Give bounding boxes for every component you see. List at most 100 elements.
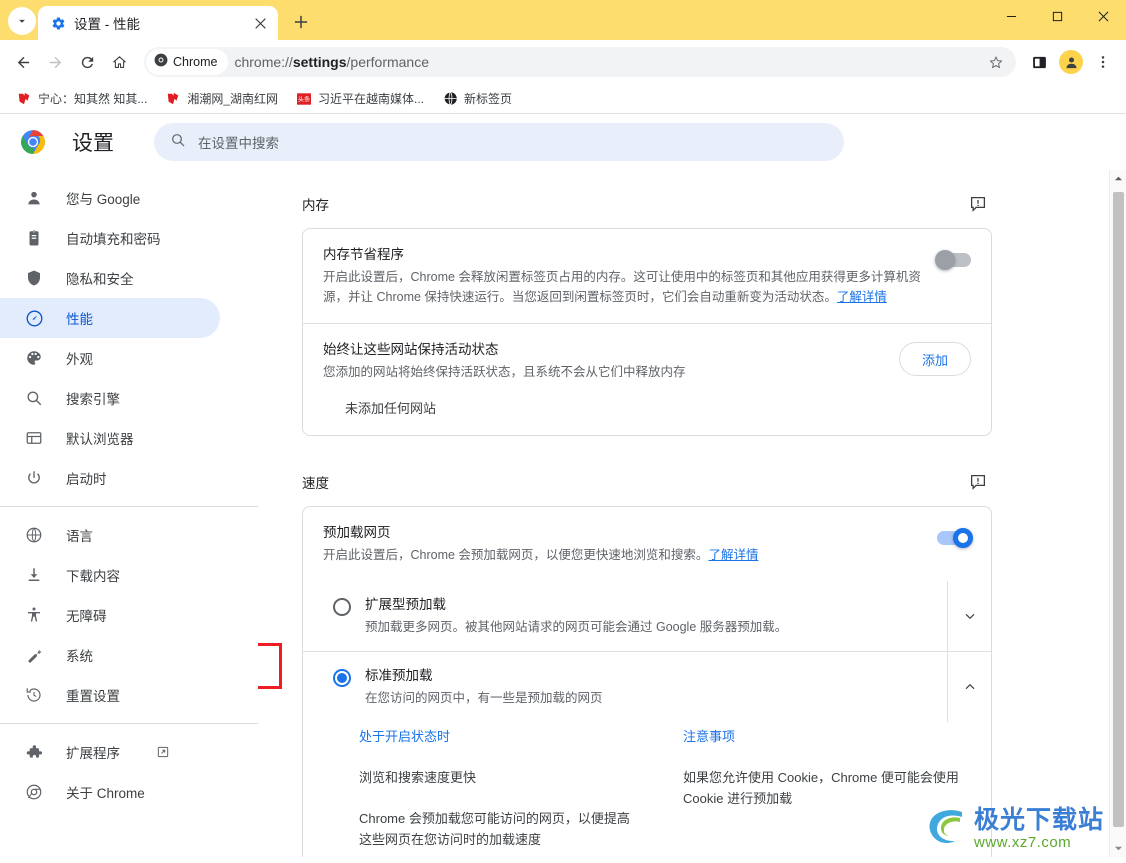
bookmark-label: 宁心：知其然 知其... (38, 92, 148, 106)
scroll-down-arrow-icon[interactable] (1110, 840, 1126, 857)
browser-toolbar: Chrome chrome://settings/performance (0, 40, 1126, 84)
globe-icon (24, 525, 44, 545)
sidebar-divider (0, 723, 258, 724)
standard-preload-option[interactable]: 标准预加载 在您访问的网页中，有一些是预加载的网页 (303, 651, 991, 722)
add-site-button[interactable]: 添加 (898, 342, 971, 376)
standard-preload-details: 处于开启状态时 浏览和搜索速度更快 Chrome 会预加载您可能访问的网页，以便… (303, 722, 991, 857)
home-button[interactable] (104, 47, 134, 77)
chevron-up-icon[interactable] (947, 652, 991, 722)
side-panel-icon[interactable] (1024, 47, 1054, 77)
sidebar-item-search-engine[interactable]: 搜索引擎 (0, 378, 220, 418)
sidebar-item-performance[interactable]: 性能 (0, 298, 220, 338)
window-controls (988, 0, 1126, 32)
toutiao-icon: 头条 (296, 91, 312, 107)
bookmark-label: 新标签页 (464, 92, 513, 106)
sidebar-label: 性能 (66, 312, 93, 327)
page-scrollbar[interactable] (1109, 170, 1126, 857)
chrome-logo-icon (20, 129, 46, 155)
bookmark-label: 湘潮网_湖南红网 (187, 92, 279, 106)
settings-search-placeholder: 在设置中搜索 (198, 136, 279, 151)
external-link-icon (156, 745, 170, 759)
bookmark-item[interactable]: 新标签页 (434, 87, 520, 110)
sidebar-divider (0, 506, 258, 507)
sidebar-label: 语言 (66, 529, 93, 544)
new-tab-button[interactable] (287, 8, 315, 36)
standard-preload-title: 标准预加载 (365, 668, 433, 683)
forward-button[interactable] (40, 47, 70, 77)
feedback-icon[interactable] (964, 190, 992, 218)
gear-icon (50, 15, 66, 31)
settings-sidebar: 您与 Google 自动填充和密码 隐私和安全 性能 外观 搜索引擎 默认浏览器… (0, 170, 258, 857)
browser-tab[interactable]: 设置 - 性能 (38, 6, 278, 40)
search-icon (170, 132, 186, 153)
close-icon[interactable] (250, 13, 270, 33)
sidebar-item-accessibility[interactable]: 无障碍 (0, 595, 220, 635)
bookmark-item[interactable]: 湘潮网_湖南红网 (157, 87, 286, 110)
sidebar-item-reset-settings[interactable]: 重置设置 (0, 675, 220, 715)
star-icon[interactable] (982, 48, 1010, 76)
three-dots-icon[interactable] (1088, 47, 1118, 77)
profile-button[interactable] (1056, 47, 1086, 77)
feedback-icon[interactable] (964, 468, 992, 496)
keep-active-empty-text: 未添加任何网站 (345, 401, 437, 416)
details-when-on-head: 处于开启状态时 (359, 729, 451, 744)
settings-page: 您与 Google 自动填充和密码 隐私和安全 性能 外观 搜索引擎 默认浏览器… (0, 170, 1126, 857)
sidebar-item-on-startup[interactable]: 启动时 (0, 458, 220, 498)
details-things-to-consider-column: 注意事项 如果您允许使用 Cookie，Chrome 便可能会使用 Cookie… (683, 726, 963, 857)
avatar (1059, 50, 1083, 74)
memory-section-title: 内存 (302, 198, 329, 213)
power-icon (24, 468, 44, 488)
bookmark-item[interactable]: 头条 习近平在越南媒体... (288, 87, 432, 110)
maximize-button[interactable] (1034, 0, 1080, 32)
sidebar-label: 关于 Chrome (66, 786, 145, 801)
sidebar-item-you-and-google[interactable]: 您与 Google (0, 178, 220, 218)
extended-preload-option[interactable]: 扩展型预加载 预加载更多网页。被其他网站请求的网页可能会通过 Google 服务… (303, 581, 991, 651)
chrome-logo-icon (154, 53, 168, 72)
sidebar-label: 重置设置 (66, 689, 120, 704)
download-icon (24, 565, 44, 585)
address-bar[interactable]: Chrome chrome://settings/performance (144, 47, 1016, 77)
preload-toggle[interactable] (937, 528, 973, 548)
bookmarks-bar: 宁心：知其然 知其... 湘潮网_湖南红网 头条 习近平在越南媒体... 新标签… (0, 84, 1126, 114)
sidebar-item-system[interactable]: 系统 (0, 635, 220, 675)
reload-button[interactable] (72, 47, 102, 77)
tab-search-button[interactable] (8, 7, 36, 35)
sidebar-item-default-browser[interactable]: 默认浏览器 (0, 418, 220, 458)
sidebar-label: 外观 (66, 352, 93, 367)
sidebar-label: 隐私和安全 (66, 272, 134, 287)
learn-more-link[interactable]: 了解详情 (708, 548, 758, 562)
sidebar-item-appearance[interactable]: 外观 (0, 338, 220, 378)
settings-header: 设置 在设置中搜索 (0, 114, 1126, 170)
close-window-button[interactable] (1080, 0, 1126, 32)
wrench-icon (24, 645, 44, 665)
puzzle-icon (24, 742, 44, 762)
sidebar-label: 启动时 (66, 472, 107, 487)
sidebar-label: 搜索引擎 (66, 392, 120, 407)
learn-more-link[interactable]: 了解详情 (837, 290, 887, 304)
standard-preload-radio[interactable] (333, 669, 351, 687)
sidebar-item-downloads[interactable]: 下载内容 (0, 555, 220, 595)
back-button[interactable] (8, 47, 38, 77)
preload-desc: 开启此设置后，Chrome 会预加载网页，以便您更快速地浏览和搜索。了解详情 (323, 548, 759, 562)
preload-title: 预加载网页 (323, 525, 391, 540)
sidebar-label: 自动填充和密码 (66, 232, 161, 247)
chevron-down-icon[interactable] (947, 581, 991, 651)
scrollbar-thumb[interactable] (1113, 192, 1124, 827)
settings-search-input[interactable]: 在设置中搜索 (154, 123, 844, 161)
sidebar-item-languages[interactable]: 语言 (0, 515, 220, 555)
chrome-outline-icon (24, 782, 44, 802)
sidebar-item-extensions[interactable]: 扩展程序 (0, 732, 220, 772)
bookmark-item[interactable]: 宁心：知其然 知其... (8, 87, 155, 110)
extended-preload-radio[interactable] (333, 598, 351, 616)
palette-icon (24, 348, 44, 368)
sidebar-item-about-chrome[interactable]: 关于 Chrome (0, 772, 220, 812)
memory-saver-toggle[interactable] (935, 250, 971, 270)
sidebar-item-autofill[interactable]: 自动填充和密码 (0, 218, 220, 258)
minimize-button[interactable] (988, 0, 1034, 32)
sidebar-label: 默认浏览器 (66, 432, 134, 447)
scroll-up-arrow-icon[interactable] (1110, 170, 1126, 187)
sidebar-item-privacy[interactable]: 隐私和安全 (0, 258, 220, 298)
accessibility-icon (24, 605, 44, 625)
browser-window-icon (24, 428, 44, 448)
sidebar-label: 系统 (66, 649, 93, 664)
